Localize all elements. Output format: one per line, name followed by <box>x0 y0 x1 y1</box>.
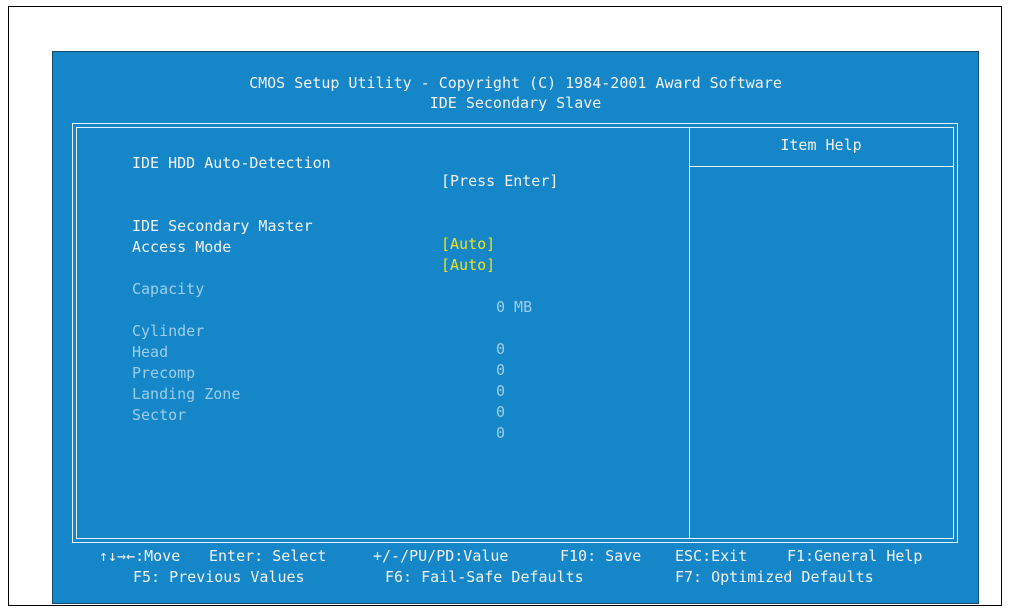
setting-value[interactable]: [Press Enter] <box>441 172 558 190</box>
bios-screen: CMOS Setup Utility - Copyright (C) 1984-… <box>52 51 979 604</box>
header-subtitle: IDE Secondary Slave <box>429 94 602 112</box>
hint-move: ↑↓→←:Move <box>99 547 181 565</box>
panel-divider <box>689 128 690 538</box>
setting-label: Capacity <box>132 280 205 298</box>
header-title: CMOS Setup Utility - Copyright (C) 1984-… <box>249 74 782 92</box>
hint-previous-values: F5: Previous Values <box>133 568 305 586</box>
page-frame: CMOS Setup Utility - Copyright (C) 1984-… <box>8 6 1002 606</box>
hint-failsafe-defaults: F6: Fail-Safe Defaults <box>385 568 584 586</box>
setting-value: 0 <box>496 403 506 421</box>
hint-exit: ESC:Exit <box>675 547 748 565</box>
hint-optimized-defaults: F7: Optimized Defaults <box>675 568 874 586</box>
hint-save: F10: Save <box>560 547 642 565</box>
settings-panel-inner: Item Help IDE HDD Auto-Detection [Press … <box>76 127 954 539</box>
hint-enter: Enter: Select <box>209 547 327 565</box>
setting-value[interactable]: [Auto] <box>441 256 495 274</box>
setting-value[interactable]: [Auto] <box>441 235 495 253</box>
setting-label: Access Mode <box>132 238 232 256</box>
setting-value: 0 <box>496 361 506 379</box>
hint-general-help: F1:General Help <box>787 547 923 565</box>
setting-label: IDE HDD Auto-Detection <box>132 154 331 172</box>
setting-row-ide-hdd-auto-detection[interactable]: IDE HDD Auto-Detection [Press Enter] <box>132 136 558 208</box>
setting-row-sector: Sector 0 <box>132 388 505 460</box>
setting-value: 0 <box>496 424 506 442</box>
setting-label: Sector <box>132 406 187 424</box>
settings-panel-outer: Item Help IDE HDD Auto-Detection [Press … <box>72 123 958 543</box>
setting-value: 0 MB <box>496 298 533 316</box>
setting-value: 0 <box>496 340 506 358</box>
hint-value: +/-/PU/PD:Value <box>373 547 509 565</box>
item-help-title: Item Help <box>780 136 862 154</box>
help-title-separator <box>689 166 953 167</box>
setting-value: 0 <box>496 382 506 400</box>
